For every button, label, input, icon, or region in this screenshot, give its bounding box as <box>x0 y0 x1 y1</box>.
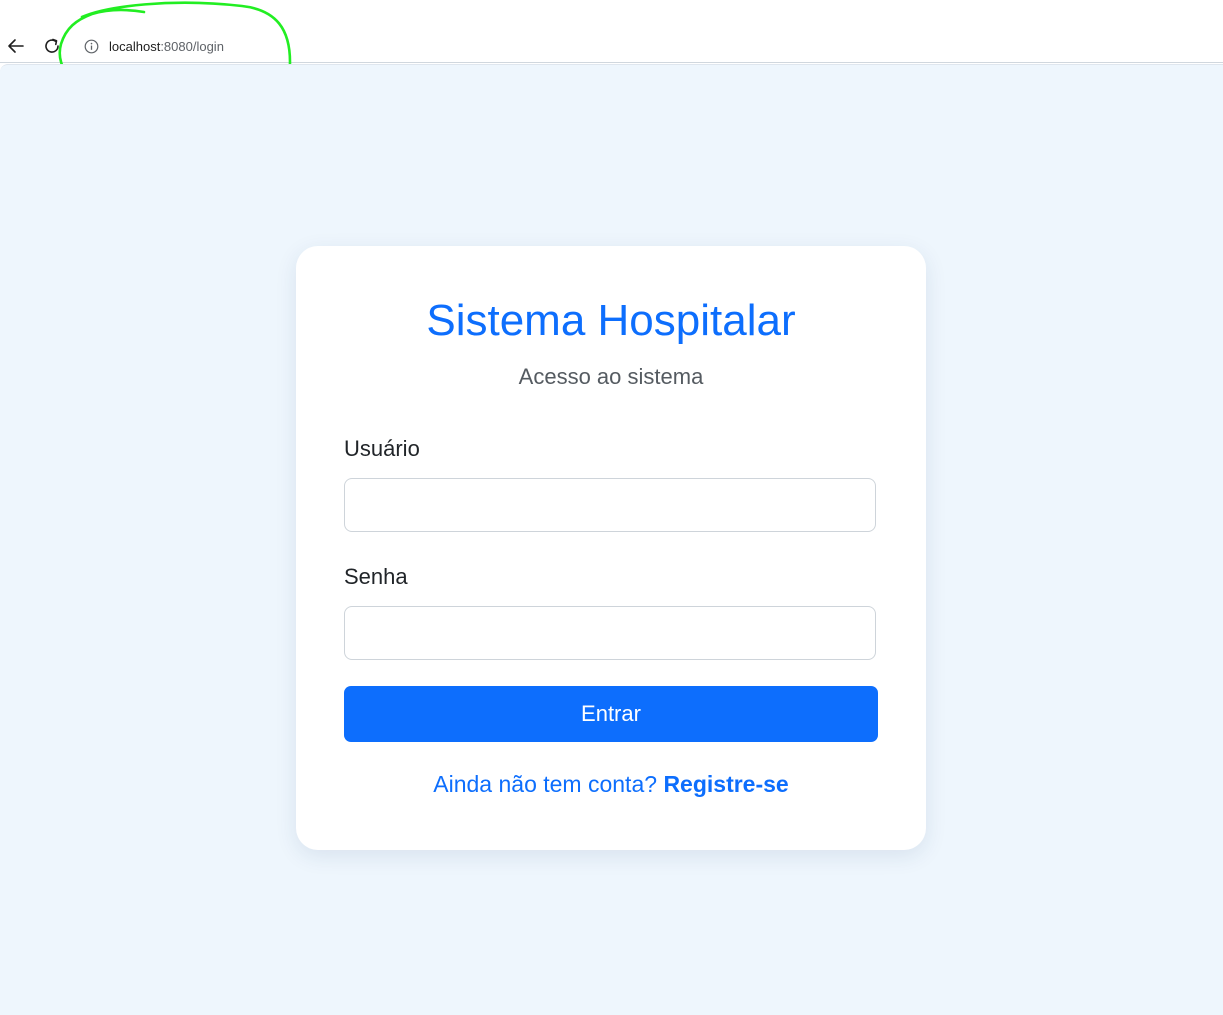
page-content: Sistema Hospitalar Acesso ao sistema Usu… <box>0 64 1223 1015</box>
reload-icon <box>45 38 59 53</box>
browser-toolbar: localhost:8080/login <box>0 0 1223 63</box>
page-subtitle: Acesso ao sistema <box>518 364 704 389</box>
arrow-left-icon <box>8 39 24 53</box>
back-button[interactable] <box>4 34 28 58</box>
url-host: localhost <box>109 38 161 54</box>
password-label: Senha <box>344 564 408 589</box>
login-card: Sistema Hospitalar Acesso ao sistema Usu… <box>296 246 926 850</box>
address-bar[interactable]: localhost:8080/login <box>76 32 1223 60</box>
register-prompt: Ainda não tem conta? Registre-se <box>296 771 926 798</box>
password-input[interactable] <box>344 606 876 660</box>
login-button[interactable]: Entrar <box>344 686 878 742</box>
register-link[interactable]: Registre-se <box>663 771 788 797</box>
username-label: Usuário <box>344 436 420 461</box>
reload-button[interactable] <box>40 34 64 58</box>
url-text[interactable]: localhost:8080/login <box>109 39 224 54</box>
page-title: Sistema Hospitalar <box>426 296 796 345</box>
url-path: :8080/login <box>160 38 224 54</box>
site-info-icon[interactable] <box>84 39 99 54</box>
username-input[interactable] <box>344 478 876 532</box>
register-prompt-text: Ainda não tem conta? <box>433 771 658 797</box>
